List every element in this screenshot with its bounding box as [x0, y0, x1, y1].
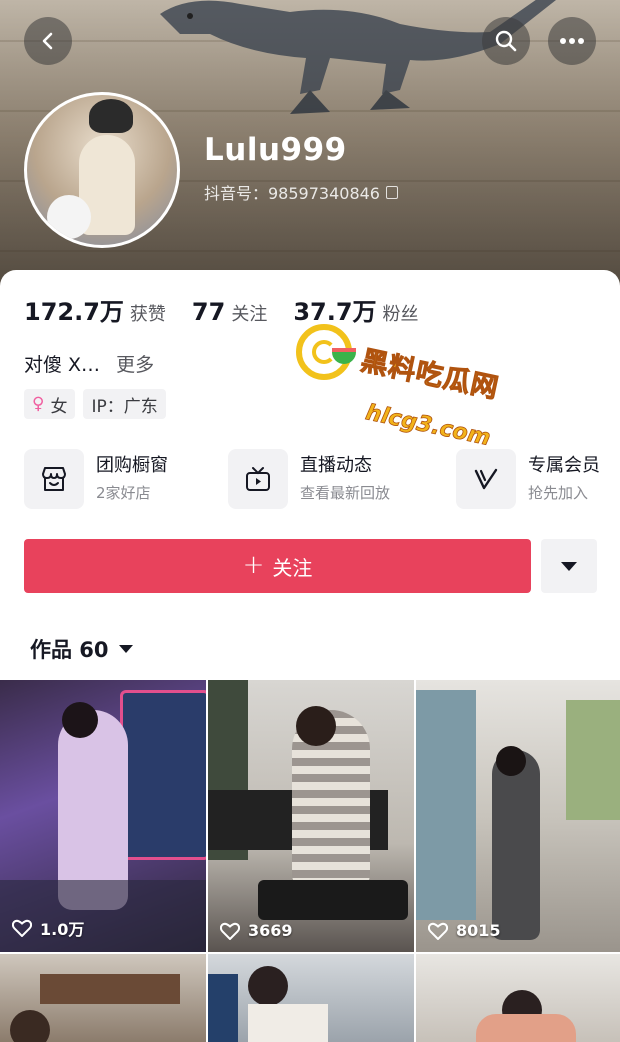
douyin-id[interactable]: 抖音号：98597340846 — [204, 180, 398, 204]
likes-count: 1.0万 — [40, 920, 85, 939]
bio: 对傻 X… 更多 — [24, 350, 154, 377]
follow-button[interactable]: + 关注 — [24, 539, 531, 593]
bio-more-link[interactable]: 更多 — [116, 350, 154, 377]
service-membership[interactable]: 专属会员 抢先加入 — [456, 448, 600, 510]
v-icon — [456, 449, 516, 509]
caret-down-icon — [118, 645, 133, 653]
video-likes: 3669 — [220, 921, 293, 940]
shop-icon — [24, 449, 84, 509]
username: Lulu999 — [204, 132, 347, 168]
service-subtitle: 查看最新回放 — [300, 484, 391, 502]
stat-value: 77 — [191, 298, 226, 326]
douyin-id-text: 抖音号：98597340846 — [204, 184, 380, 203]
video-thumbnail[interactable]: 1.0万 — [0, 680, 206, 952]
likes-count: 3669 — [248, 921, 293, 940]
video-thumbnail[interactable] — [208, 954, 414, 1042]
service-title: 专属会员 — [528, 455, 600, 476]
service-live[interactable]: 直播动态 查看最新回放 — [228, 448, 390, 510]
service-title: 团购橱窗 — [96, 455, 168, 476]
gender-label: 女 — [50, 396, 68, 417]
service-title: 直播动态 — [300, 455, 372, 476]
heart-icon — [220, 922, 240, 940]
video-thumbnail[interactable]: 3669 — [208, 680, 414, 952]
caret-down-icon — [561, 561, 577, 571]
stat-likes[interactable]: 172.7万 获赞 — [24, 292, 166, 327]
back-button[interactable] — [24, 17, 72, 65]
profile-tags: ♀ 女 IP：广东 — [24, 389, 166, 419]
chevron-left-icon — [42, 32, 53, 50]
ip-tag: IP：广东 — [83, 389, 166, 419]
copy-icon[interactable] — [385, 185, 398, 199]
stat-following[interactable]: 77 关注 — [192, 298, 267, 326]
follow-label: 关注 — [272, 555, 313, 580]
tv-icon — [228, 449, 288, 509]
works-label: 作品 60 — [30, 638, 109, 662]
stat-label: 关注 — [231, 304, 268, 325]
female-icon: ♀ — [32, 394, 45, 414]
service-subtitle: 抢先加入 — [528, 484, 589, 502]
tab-works[interactable]: 作品 60 — [30, 634, 133, 664]
site-watermark: 黑料吃瓜网 hlcg3.com — [296, 320, 526, 452]
watermark-logo — [296, 324, 356, 380]
video-thumbnail[interactable] — [0, 954, 206, 1042]
watermark-title: 黑料吃瓜网 — [358, 345, 502, 405]
video-likes: 8015 — [428, 921, 501, 940]
stat-value: 172.7万 — [24, 298, 124, 326]
heart-icon — [428, 922, 448, 940]
heart-icon — [12, 919, 32, 937]
ellipsis-icon — [560, 38, 584, 44]
recommend-dropdown-button[interactable] — [541, 539, 597, 593]
bio-text: 对傻 X… — [24, 354, 101, 376]
stat-label: 获赞 — [129, 304, 166, 325]
watermark-url: hlcg3.com — [363, 400, 493, 452]
video-thumbnail[interactable] — [416, 954, 620, 1042]
search-icon — [495, 30, 517, 52]
service-subtitle: 2家好店 — [96, 484, 151, 502]
ip-label: IP：广东 — [91, 396, 158, 417]
more-options-button[interactable] — [548, 17, 596, 65]
video-thumbnail[interactable]: 8015 — [416, 680, 620, 952]
avatar[interactable] — [24, 92, 180, 248]
gender-tag: ♀ 女 — [24, 389, 76, 419]
likes-count: 8015 — [456, 921, 501, 940]
services-row: 团购橱窗 2家好店 直播动态 查看最新回放 专属会员 抢先加入 — [24, 448, 614, 510]
search-button[interactable] — [482, 17, 530, 65]
video-likes: 1.0万 — [12, 916, 84, 940]
service-group-buy[interactable]: 团购橱窗 2家好店 — [24, 448, 168, 510]
plus-icon: + — [242, 549, 265, 580]
